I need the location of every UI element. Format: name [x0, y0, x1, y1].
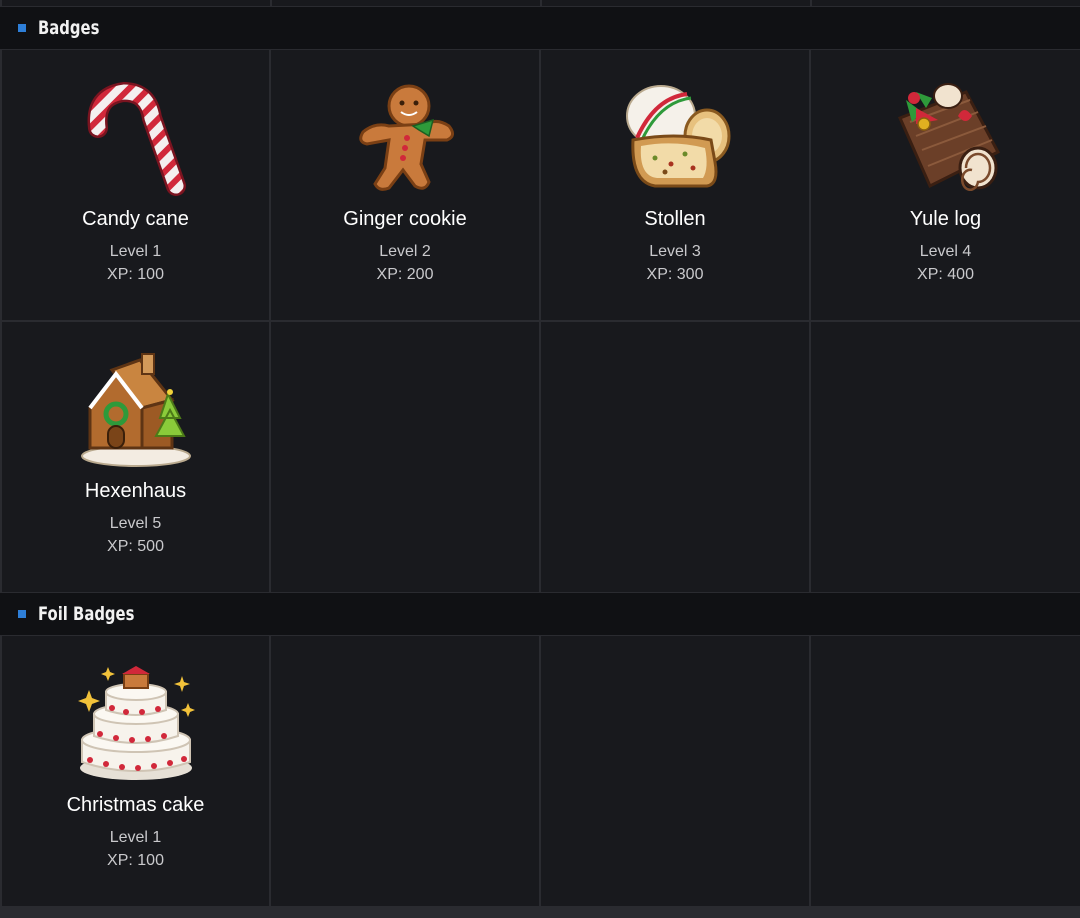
badge-name: Hexenhaus: [84, 480, 187, 502]
stollen-icon: [626, 85, 731, 188]
yule-log-icon: [897, 83, 1000, 191]
section-marker-icon: [18, 610, 26, 618]
badge-name: Candy cane: [82, 208, 189, 230]
badges-grid: Candy cane Level 1 XP: 100 Ginger cookie…: [0, 50, 1080, 592]
christmas-cake-icon: [77, 666, 195, 780]
empty-cell: [271, 636, 539, 906]
badge-level: Level 1: [109, 243, 162, 260]
badge-card[interactable]: Yule log Level 4 XP: 400: [811, 50, 1080, 320]
empty-cell: [271, 322, 539, 592]
cell-stub: [812, 0, 1080, 6]
candy-cane-icon: [87, 81, 186, 196]
badge-xp: XP: 300: [646, 266, 704, 283]
badge-level: Level 5: [109, 515, 162, 532]
section-marker-icon: [18, 24, 26, 32]
empty-cell: [811, 636, 1080, 906]
badge-card[interactable]: Candy cane Level 1 XP: 100: [2, 50, 269, 320]
foil-badges-grid: Christmas cake Level 1 XP: 100: [0, 636, 1080, 906]
badge-card[interactable]: Christmas cake Level 1 XP: 100: [2, 636, 269, 906]
empty-cell: [541, 322, 809, 592]
gingerbread-man-icon: [359, 84, 454, 191]
badge-name: Stollen: [644, 208, 706, 230]
badge-name: Yule log: [909, 208, 982, 230]
badge-name: Ginger cookie: [343, 208, 467, 230]
empty-cell: [811, 322, 1080, 592]
gingerbread-house-icon: [80, 353, 191, 467]
section-title: Foil Badges: [38, 603, 135, 625]
badge-xp: XP: 500: [107, 538, 164, 555]
cell-stub: [2, 0, 270, 6]
badge-card[interactable]: Stollen Level 3 XP: 300: [541, 50, 809, 320]
badges-section-header: Badges: [0, 6, 1080, 50]
badge-card[interactable]: Hexenhaus Level 5 XP: 500: [2, 322, 269, 592]
badge-xp: XP: 100: [107, 266, 164, 283]
badge-level: Level 4: [919, 243, 972, 260]
cell-stub: [272, 0, 540, 6]
badge-level: Level 3: [649, 243, 701, 260]
badge-xp: XP: 400: [917, 266, 974, 283]
section-title: Badges: [38, 17, 100, 39]
foil-badges-section-header: Foil Badges: [0, 592, 1080, 636]
cell-stub: [542, 0, 810, 6]
badge-xp: XP: 200: [376, 266, 434, 283]
badge-card[interactable]: Ginger cookie Level 2 XP: 200: [271, 50, 539, 320]
badge-name: Christmas cake: [66, 794, 205, 816]
badge-xp: XP: 100: [107, 852, 164, 869]
empty-cell: [541, 636, 809, 906]
badge-level: Level 2: [379, 243, 431, 260]
badge-level: Level 1: [109, 829, 162, 846]
